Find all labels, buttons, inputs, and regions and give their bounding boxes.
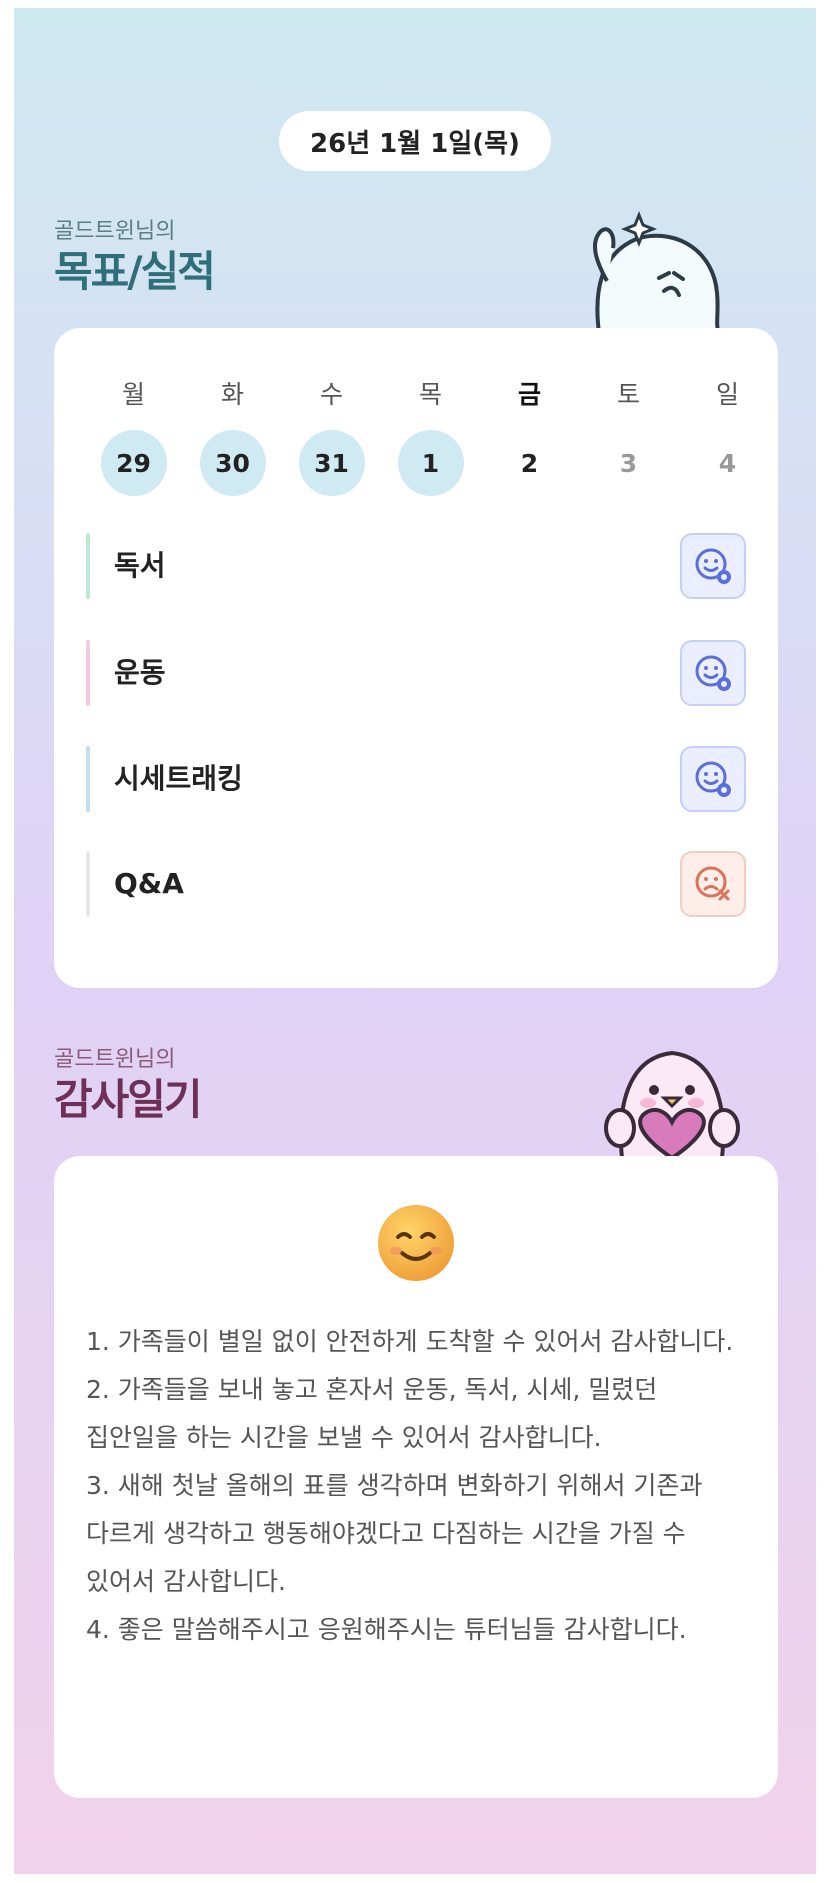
goal-label: 운동 (114, 656, 166, 689)
day-number: 3 (619, 448, 638, 478)
smiling-face-icon (378, 1205, 454, 1281)
goal-color-bar (86, 640, 90, 706)
day-cell[interactable]: 30 (183, 430, 282, 496)
goal-color-bar (86, 746, 90, 812)
gratitude-card: 1. 가족들이 별일 없이 안전하게 도착할 수 있어서 감사합니다. 2. 가… (54, 1156, 778, 1798)
goal-row-reading[interactable]: 독서 (86, 533, 746, 599)
smile-check-icon (695, 761, 731, 797)
bird-heart-mascot-icon (604, 1050, 740, 1158)
day-row: 29 30 31 1 2 3 4 (84, 430, 777, 496)
status-success-button[interactable] (680, 533, 746, 599)
day-number: 29 (100, 430, 167, 496)
goal-color-bar (86, 851, 90, 917)
day-number: 1 (397, 430, 464, 496)
goals-title: 목표/실적 (54, 247, 216, 296)
goal-label: 시세트래킹 (114, 762, 243, 795)
goal-color-bar (86, 533, 90, 599)
status-fail-button[interactable] (680, 851, 746, 917)
gratitude-title: 감사일기 (54, 1075, 203, 1124)
weekday-fri: 금 (517, 380, 541, 409)
day-number: 31 (298, 430, 365, 496)
weekday-row: 월 화 수 목 금 토 일 (84, 376, 777, 410)
goal-row-qa[interactable]: Q&A (86, 851, 746, 917)
smile-check-icon (695, 548, 731, 584)
day-cell[interactable]: 2 (480, 430, 579, 496)
goal-label: 독서 (114, 549, 166, 582)
day-number: 2 (520, 448, 539, 478)
goals-card: 월 화 수 목 금 토 일 29 30 31 1 2 3 4 독서 운동 시세트… (54, 328, 778, 988)
goal-label: Q&A (114, 867, 184, 900)
weekday-tue: 화 (220, 380, 244, 409)
weekday-sat: 토 (616, 380, 640, 409)
day-cell[interactable]: 31 (282, 430, 381, 496)
goal-row-exercise[interactable]: 운동 (86, 640, 746, 706)
day-number: 4 (718, 448, 737, 478)
day-cell[interactable]: 29 (84, 430, 183, 496)
day-cell[interactable]: 3 (579, 430, 678, 496)
weekday-thu: 목 (418, 380, 442, 409)
date-label[interactable]: 26년 1월 1일(목) (279, 111, 551, 171)
gratitude-text: 1. 가족들이 별일 없이 안전하게 도착할 수 있어서 감사합니다. 2. 가… (86, 1327, 734, 1644)
status-success-button[interactable] (680, 640, 746, 706)
weekday-wed: 수 (319, 380, 343, 409)
goal-row-tracking[interactable]: 시세트래킹 (86, 746, 746, 812)
ghost-mascot-icon (592, 210, 722, 333)
sad-x-icon (695, 866, 730, 901)
day-cell[interactable]: 1 (381, 430, 480, 496)
weekday-sun: 일 (715, 380, 739, 409)
status-success-button[interactable] (680, 746, 746, 812)
day-number: 30 (199, 430, 266, 496)
weekday-mon: 월 (121, 380, 145, 409)
day-cell[interactable]: 4 (678, 430, 777, 496)
page-background: 26년 1월 1일(목) 골드트윈님의 목표/실적 월 화 수 목 금 토 일 … (14, 8, 816, 1874)
smile-check-icon (695, 655, 731, 691)
